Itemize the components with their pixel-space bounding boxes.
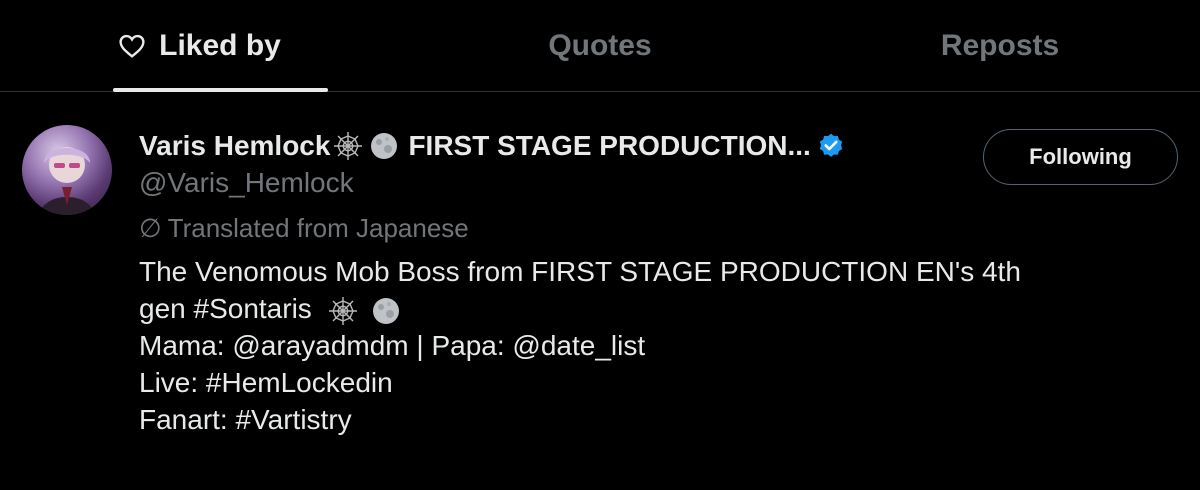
bio-line: Live: #HemLockedin bbox=[139, 367, 393, 398]
display-name: Varis Hemlock bbox=[139, 130, 331, 161]
translation-notice[interactable]: ∅ Translated from Japanese bbox=[139, 213, 469, 244]
bio-line: gen #Sontaris bbox=[139, 290, 1179, 327]
tab-liked-by[interactable]: Liked by bbox=[0, 0, 400, 92]
translate-icon: ∅ bbox=[139, 213, 162, 243]
bio-line-text: gen #Sontaris bbox=[139, 293, 312, 324]
active-tab-indicator bbox=[113, 88, 328, 92]
tab-label: Liked by bbox=[159, 28, 281, 62]
moon-icon bbox=[373, 297, 400, 324]
user-bio: The Venomous Mob Boss from FIRST STAGE P… bbox=[139, 253, 1179, 438]
verified-badge-icon bbox=[819, 133, 843, 157]
bio-line: Fanart: #Vartistry bbox=[139, 404, 352, 435]
user-name-line[interactable]: Varis Hemlock FIRST STAGE PRODUCTION... bbox=[139, 125, 845, 167]
bio-line: The Venomous Mob Boss from FIRST STAGE P… bbox=[139, 256, 1021, 287]
bio-line: Mama: @arayadmdm | Papa: @date_list bbox=[139, 330, 646, 361]
tab-quotes[interactable]: Quotes bbox=[400, 0, 800, 91]
avatar[interactable] bbox=[22, 125, 112, 215]
tab-label: Quotes bbox=[548, 28, 652, 62]
tab-reposts[interactable]: Reposts bbox=[800, 0, 1200, 91]
spiderweb-icon bbox=[334, 132, 363, 160]
translation-label: Translated from Japanese bbox=[167, 213, 469, 243]
tab-label: Reposts bbox=[940, 28, 1060, 62]
spiderweb-icon bbox=[328, 296, 357, 325]
name-suffix: FIRST STAGE PRODUCTION... bbox=[408, 130, 811, 161]
tab-bar: Liked by Quotes Reposts bbox=[0, 0, 1200, 92]
user-cell[interactable]: Varis Hemlock FIRST STAGE PRODUCTION... … bbox=[22, 125, 1182, 480]
user-handle[interactable]: @Varis_Hemlock bbox=[139, 167, 354, 199]
following-button[interactable]: Following bbox=[983, 129, 1178, 185]
heart-icon bbox=[119, 34, 145, 58]
moon-icon bbox=[371, 133, 398, 159]
